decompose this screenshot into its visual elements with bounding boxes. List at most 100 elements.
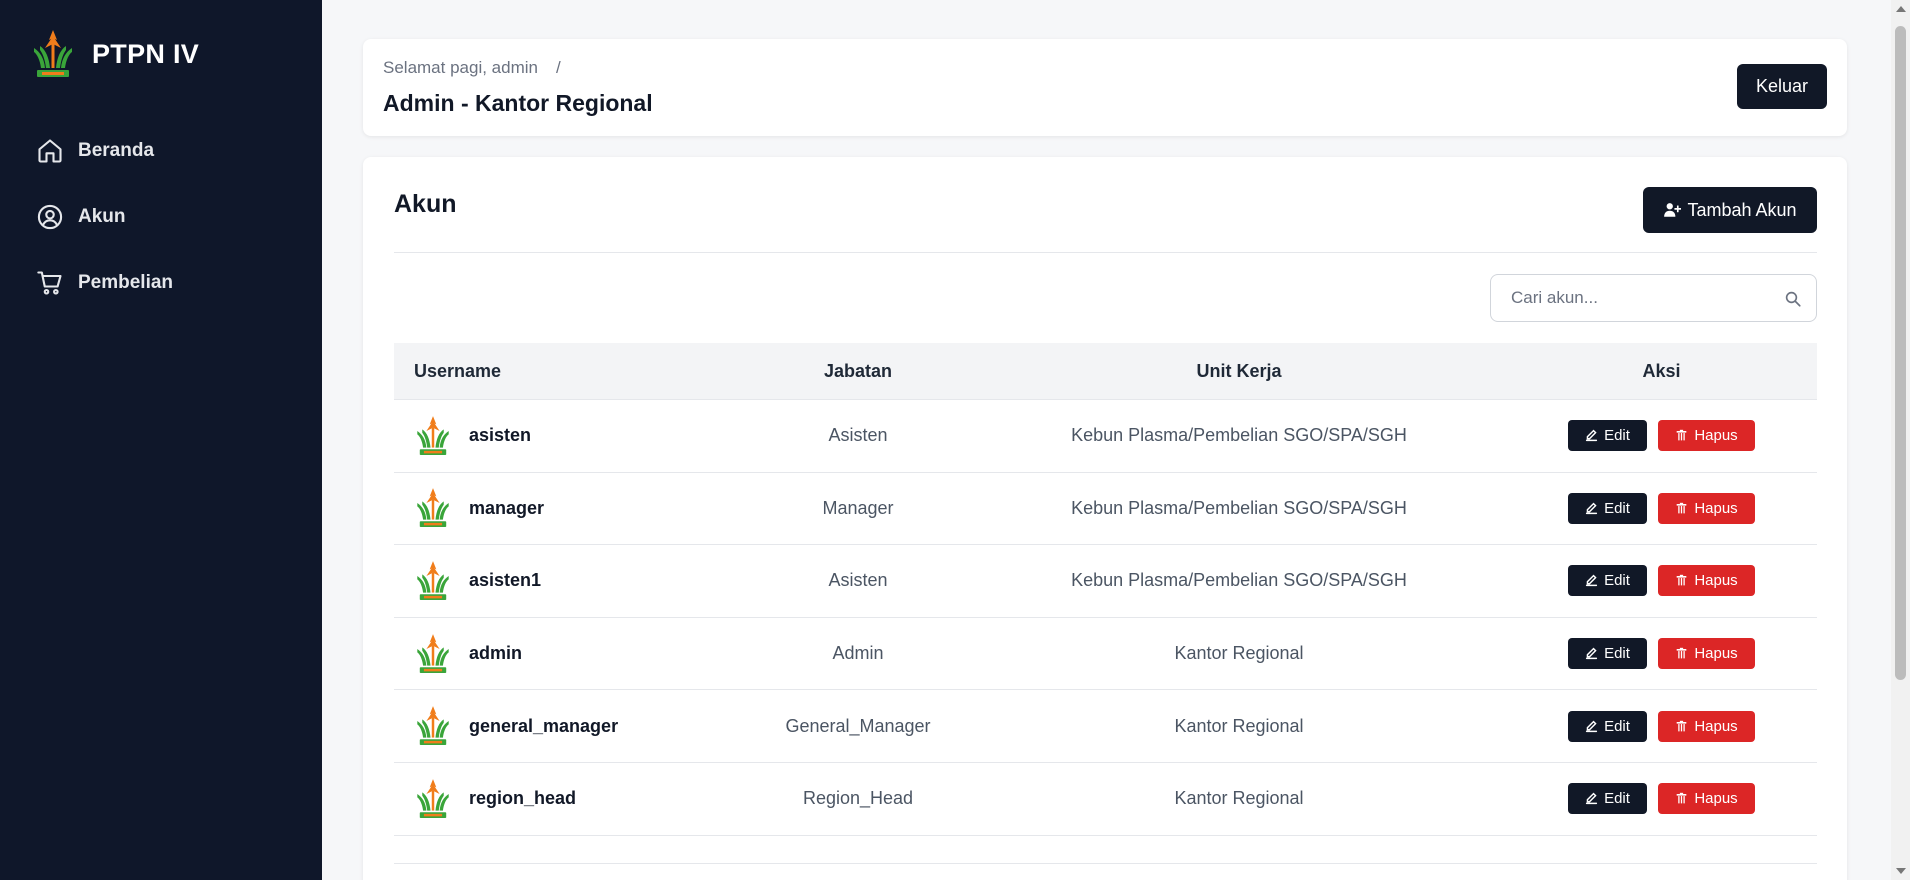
delete-button[interactable]: Hapus: [1658, 492, 1755, 524]
cell-unit-kerja: Kebun Plasma/Pembelian SGO/SPA/SGH: [1071, 570, 1407, 591]
avatar: [414, 632, 452, 676]
table-row: asisten1 Asisten Kebun Plasma/Pembelian …: [394, 545, 1817, 618]
trash-icon: [1676, 647, 1687, 659]
edit-label: Edit: [1604, 645, 1630, 663]
cell-unit-kerja: Kebun Plasma/Pembelian SGO/SPA/SGH: [1071, 425, 1407, 446]
sidebar-item-label: Beranda: [78, 140, 155, 161]
accounts-table: Username Jabatan Unit Kerja Aksi asisten…: [394, 343, 1817, 836]
search-icon[interactable]: [1784, 290, 1802, 308]
column-header-jabatan: Jabatan: [823, 360, 893, 381]
edit-label: Edit: [1604, 427, 1630, 445]
search-box: [1490, 274, 1817, 322]
trash-icon: [1676, 575, 1687, 586]
section-title: Akun: [394, 190, 457, 218]
cell-username: asisten1: [394, 559, 744, 603]
cell-jabatan: Admin: [832, 643, 884, 664]
cart-icon: [37, 271, 62, 295]
accounts-card: Akun Tambah Akun Username Jabatan Unit K…: [363, 157, 1847, 880]
username-text: general_manager: [469, 715, 619, 736]
cell-actions: Edit Hapus: [1506, 492, 1817, 524]
cell-actions: Edit Hapus: [1506, 710, 1817, 742]
trash-icon: [1676, 793, 1687, 804]
logout-button[interactable]: Keluar: [1737, 64, 1827, 109]
delete-label: Hapus: [1694, 499, 1738, 517]
delete-button[interactable]: Hapus: [1658, 420, 1755, 452]
brand[interactable]: PTPN IV: [30, 28, 199, 80]
delete-label: Hapus: [1694, 717, 1738, 735]
divider: [394, 252, 1817, 253]
delete-label: Hapus: [1694, 427, 1738, 445]
cell-jabatan: General_Manager: [785, 715, 931, 736]
sidebar-nav: Beranda Akun Pembelian: [36, 118, 306, 316]
edit-icon: [1585, 647, 1598, 660]
cell-actions: Edit Hapus: [1506, 638, 1817, 670]
add-account-button[interactable]: Tambah Akun: [1643, 187, 1817, 233]
sidebar-item-label: Pembelian: [78, 272, 174, 293]
edit-label: Edit: [1604, 790, 1630, 808]
user-plus-icon: [1664, 203, 1682, 217]
sidebar-item-label: Akun: [78, 206, 126, 227]
edit-label: Edit: [1604, 499, 1630, 517]
sidebar-item-beranda[interactable]: Beranda: [36, 118, 306, 184]
search-input[interactable]: [1491, 275, 1771, 321]
cell-username: asisten: [394, 414, 744, 458]
greeting-text: Selamat pagi, admin: [383, 58, 538, 77]
avatar: [414, 777, 452, 821]
table-row: admin Admin Kantor Regional Edit Hapus: [394, 618, 1817, 691]
edit-icon: [1585, 792, 1598, 805]
sidebar-item-pembelian[interactable]: Pembelian: [36, 250, 306, 316]
cell-unit-kerja: Kebun Plasma/Pembelian SGO/SPA/SGH: [1071, 497, 1407, 518]
edit-button[interactable]: Edit: [1568, 783, 1647, 815]
delete-button[interactable]: Hapus: [1658, 638, 1755, 670]
cell-actions: Edit Hapus: [1506, 420, 1817, 452]
edit-icon: [1585, 575, 1598, 587]
edit-label: Edit: [1604, 717, 1630, 735]
scroll-up-icon[interactable]: [1896, 6, 1906, 12]
cell-unit-kerja: Kantor Regional: [1174, 715, 1304, 736]
delete-button[interactable]: Hapus: [1658, 783, 1755, 815]
page-scrollbar[interactable]: [1891, 0, 1910, 880]
username-text: asisten: [469, 425, 532, 446]
sidebar-item-akun[interactable]: Akun: [36, 184, 306, 250]
trash-icon: [1676, 502, 1687, 514]
delete-label: Hapus: [1694, 572, 1738, 590]
column-header-aksi: Aksi: [1642, 360, 1681, 381]
edit-icon: [1585, 720, 1598, 732]
breadcrumb-separator: /: [555, 58, 561, 77]
avatar: [414, 559, 452, 603]
home-icon: [38, 139, 62, 163]
username-text: region_head: [469, 788, 577, 809]
edit-button[interactable]: Edit: [1568, 565, 1647, 597]
edit-icon: [1585, 502, 1598, 514]
edit-button[interactable]: Edit: [1568, 492, 1647, 524]
column-header-unit-kerja: Unit Kerja: [1196, 360, 1282, 381]
edit-button[interactable]: Edit: [1568, 638, 1647, 670]
cell-jabatan: Asisten: [828, 570, 888, 591]
ptpn-logo-icon: [30, 28, 76, 80]
brand-name: PTPN IV: [92, 38, 200, 69]
delete-button[interactable]: Hapus: [1658, 565, 1755, 597]
header-card: Selamat pagi, admin / Admin - Kantor Regi…: [363, 39, 1847, 136]
trash-icon: [1676, 430, 1687, 441]
edit-label: Edit: [1604, 572, 1630, 590]
scroll-thumb[interactable]: [1895, 26, 1906, 680]
avatar: [414, 486, 452, 530]
cell-username: region_head: [394, 777, 744, 821]
delete-label: Hapus: [1694, 645, 1738, 663]
delete-label: Hapus: [1694, 790, 1738, 808]
edit-button[interactable]: Edit: [1568, 420, 1647, 452]
table-row: asisten Asisten Kebun Plasma/Pembelian S…: [394, 400, 1817, 473]
scroll-down-icon[interactable]: [1896, 868, 1906, 874]
avatar: [414, 704, 452, 748]
edit-button[interactable]: Edit: [1568, 710, 1647, 742]
page-title: Admin - Kantor Regional: [383, 90, 653, 116]
cell-jabatan: Asisten: [828, 425, 888, 446]
cell-username: manager: [394, 486, 744, 530]
cell-unit-kerja: Kantor Regional: [1174, 788, 1304, 809]
cell-jabatan: Manager: [822, 497, 894, 518]
table-header: Username Jabatan Unit Kerja Aksi: [394, 343, 1817, 400]
delete-button[interactable]: Hapus: [1658, 710, 1755, 742]
column-header-username: Username: [414, 360, 502, 381]
cell-actions: Edit Hapus: [1506, 783, 1817, 815]
add-account-label: Tambah Akun: [1687, 199, 1797, 220]
